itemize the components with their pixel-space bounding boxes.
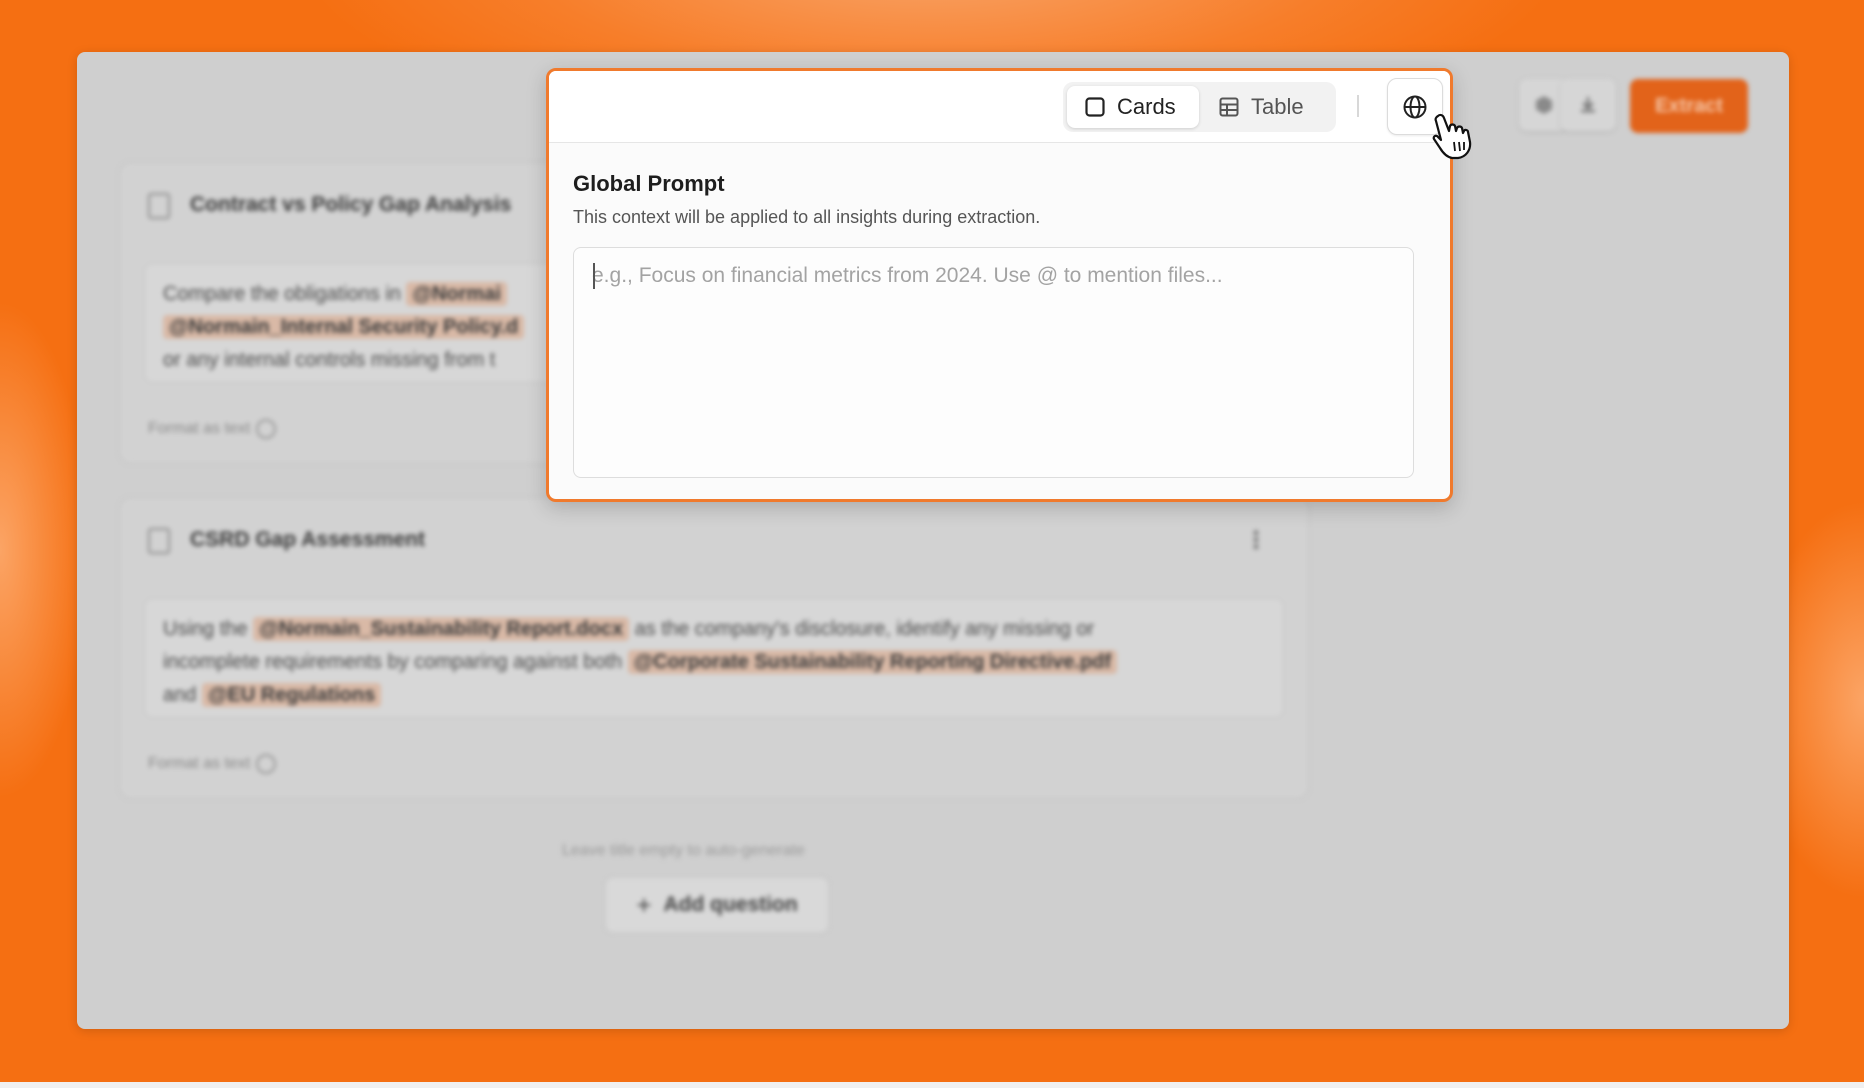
- gear-icon: [256, 754, 277, 774]
- extract-button: Extract: [1630, 79, 1748, 133]
- global-prompt-input[interactable]: [573, 247, 1414, 478]
- bottom-edge: [0, 1082, 1864, 1088]
- view-toggle: Cards Table: [1063, 82, 1336, 132]
- cards-view-button[interactable]: Cards: [1067, 86, 1199, 128]
- globe-icon: [1403, 95, 1427, 118]
- file-mention: @Normain_Internal Security Policy.d: [163, 315, 525, 339]
- file-mention: @Normain_Sustainability Report.docx: [253, 617, 630, 641]
- add-question-label: Add question: [663, 893, 798, 916]
- file-mention: @Corporate Sustainability Reporting Dire…: [627, 650, 1118, 674]
- auto-title-hint: Leave title empty to auto-generate: [562, 842, 805, 859]
- kebab-icon: ⋮: [1244, 527, 1268, 554]
- format-selector: Format as text: [148, 754, 277, 774]
- table-label: Table: [1251, 94, 1304, 119]
- card-title: Contract vs Policy Gap Analysis: [190, 193, 512, 216]
- card-title: CSRD Gap Assessment: [190, 528, 425, 551]
- hand-pointer-cursor: [1432, 113, 1472, 160]
- card-text: or any internal controls missing from t: [163, 349, 496, 371]
- card-text: incomplete requirements by comparing aga…: [163, 651, 623, 673]
- document-icon: [148, 528, 170, 554]
- popover-toolbar: Cards Table: [549, 71, 1450, 143]
- card-text: Using the: [163, 618, 248, 640]
- table-icon: [1219, 97, 1239, 117]
- card-text: and: [163, 684, 197, 706]
- table-view-button[interactable]: Table: [1201, 86, 1332, 128]
- file-mention: @Normai: [406, 282, 507, 306]
- download-icon: [1581, 97, 1595, 113]
- plus-icon: +: [636, 889, 652, 920]
- add-question-button: + Add question: [605, 877, 829, 933]
- format-selector: Format as text: [148, 419, 277, 439]
- question-card: CSRD Gap Assessment ⋮ Using the @Normain…: [119, 497, 1309, 799]
- toolbar-divider: [1357, 95, 1359, 117]
- format-label: Format as text: [148, 755, 251, 773]
- cards-label: Cards: [1117, 94, 1176, 119]
- text-caret: [593, 263, 595, 289]
- global-prompt-popover: Cards Table Global Prompt This context w…: [546, 68, 1453, 502]
- document-icon: [148, 193, 170, 219]
- card-prompt-text: Using the @Normain_Sustainability Report…: [144, 598, 1284, 718]
- popover-description: This context will be applied to all insi…: [573, 207, 1041, 227]
- file-mention: @EU Regulations: [201, 683, 382, 707]
- format-label: Format as text: [148, 420, 251, 438]
- popover-title: Global Prompt: [573, 171, 725, 196]
- gear-icon: [256, 419, 277, 439]
- card-text: Compare the obligations in: [163, 283, 401, 305]
- square-icon: [1085, 97, 1105, 117]
- gear-icon: [1536, 96, 1552, 114]
- card-text: as the company's disclosure, identify an…: [634, 618, 1095, 640]
- bg-download-button: [1560, 79, 1616, 131]
